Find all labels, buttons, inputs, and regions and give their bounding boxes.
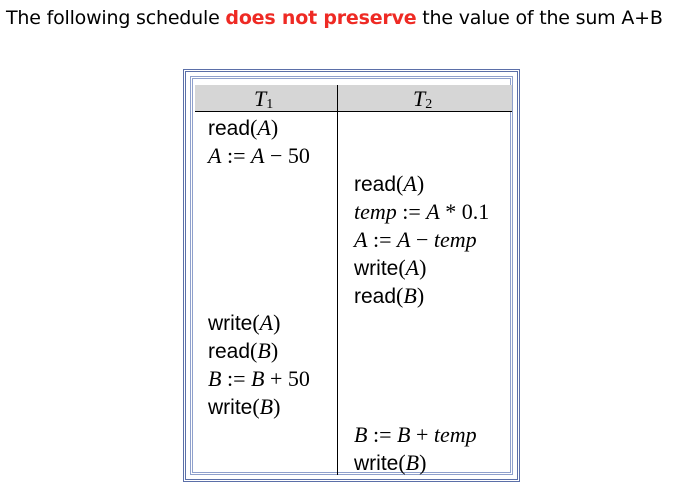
t2-write-a: write(A) xyxy=(354,255,427,280)
t2-write-b: write(B) xyxy=(354,450,427,475)
heading-text-after: the value of the sum A+B xyxy=(416,7,663,29)
t1-write-b: write(B) xyxy=(208,394,281,419)
column-header-t2: T2 xyxy=(413,86,432,118)
column-header-t2-name: T xyxy=(413,86,426,111)
slide-heading: The following schedule does not preserve… xyxy=(6,4,696,32)
column-header-t1-name: T xyxy=(254,86,267,111)
schedule-column-divider xyxy=(337,85,338,475)
t2-assign-temp: temp := A * 0.1 xyxy=(354,199,490,224)
t1-read-b: read(B) xyxy=(208,338,279,363)
schedule-header-rule xyxy=(195,111,512,112)
schedule-header-band xyxy=(195,85,512,112)
t2-read-a: read(A) xyxy=(354,171,425,196)
t1-read-a: read(A) xyxy=(208,115,279,140)
heading-text-before: The following schedule xyxy=(6,7,226,29)
column-header-t2-subscript: 2 xyxy=(425,97,433,112)
column-header-t1-subscript: 1 xyxy=(266,97,274,112)
heading-emphasis: does not preserve xyxy=(225,7,417,29)
t2-read-b: read(B) xyxy=(354,283,425,308)
t2-assign-b: B := B + temp xyxy=(354,422,477,447)
t1-assign-b: B := B + 50 xyxy=(208,366,310,391)
t2-assign-a: A := A − temp xyxy=(354,227,477,252)
t1-write-a: write(A) xyxy=(208,310,281,335)
t1-assign-a: A := A − 50 xyxy=(208,143,310,168)
